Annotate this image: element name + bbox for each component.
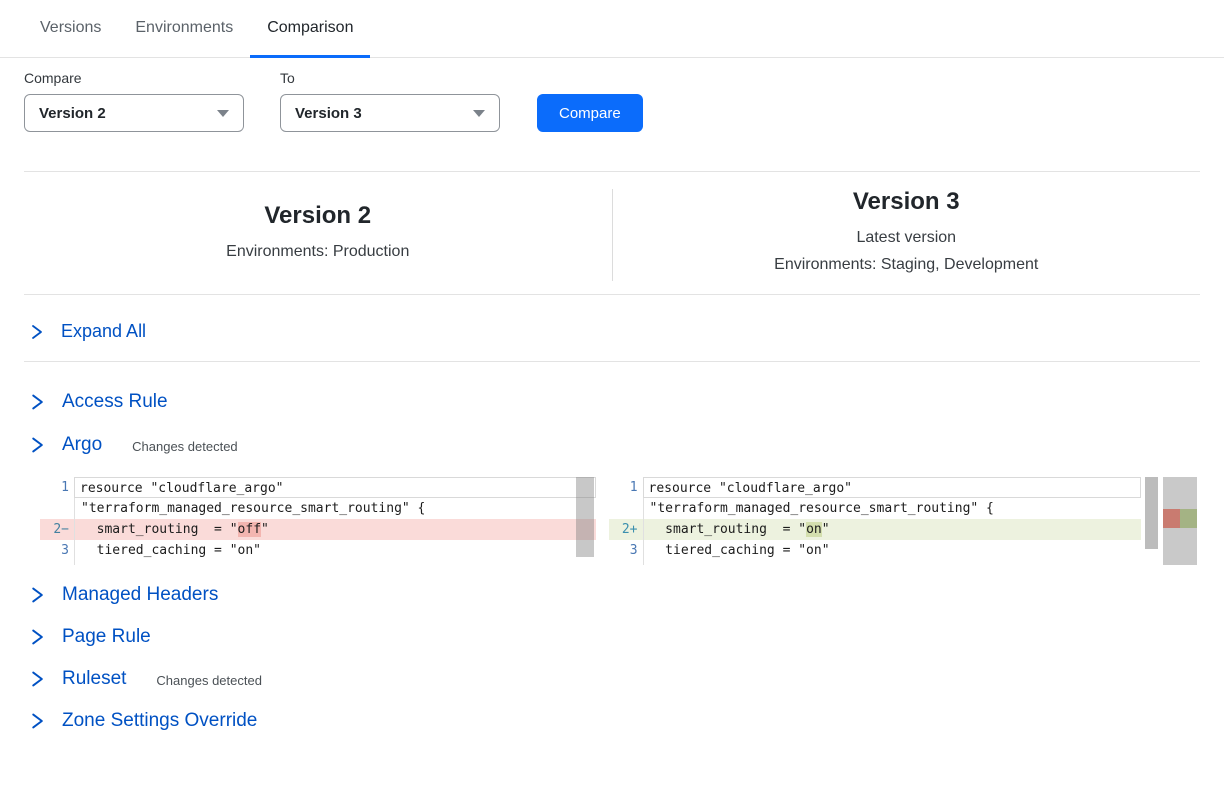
to-label: To (280, 70, 500, 86)
scrollbar[interactable] (576, 477, 594, 557)
minimap-removed-marker (1163, 509, 1180, 528)
diff-line: 3 tiered_caching = "on" (40, 540, 596, 561)
diff-line: "terraform_managed_resource_smart_routin… (609, 498, 1141, 519)
scrollbar[interactable] (1145, 477, 1158, 549)
divider (24, 361, 1200, 362)
diff-pane-right: 1 resource "cloudflare_argo" "terraform_… (609, 477, 1197, 565)
diff-line: } (609, 561, 1141, 565)
section-label: Ruleset (62, 668, 126, 690)
section-zone-settings-override[interactable]: Zone Settings Override (0, 710, 1224, 732)
chevron-right-icon (30, 434, 44, 456)
diff-line-added: 2+ smart_routing = "on" (609, 519, 1141, 540)
compare-button[interactable]: Compare (537, 94, 643, 132)
minimap-added-marker (1180, 509, 1197, 528)
diff-minimap[interactable] (1163, 477, 1197, 565)
section-managed-headers[interactable]: Managed Headers (0, 584, 1224, 606)
section-label: Page Rule (62, 626, 151, 648)
removed-token: off (238, 522, 261, 537)
diff-line: 3 tiered_caching = "on" (609, 540, 1141, 561)
section-label: Argo (62, 434, 102, 456)
diff-line: "terraform_managed_resource_smart_routin… (40, 498, 596, 519)
version-left-header: Version 2 Environments: Production (24, 172, 612, 294)
version-left-title: Version 2 (264, 202, 371, 230)
expand-all-label: Expand All (61, 321, 146, 342)
diff-line: 1 resource "cloudflare_argo" (609, 477, 1141, 498)
changes-detected-badge: Changes detected (156, 673, 262, 688)
expand-all[interactable]: Expand All (0, 295, 1224, 342)
tab-environments[interactable]: Environments (118, 0, 250, 58)
version-left-environments: Environments: Production (226, 240, 409, 265)
chevron-down-icon (473, 110, 485, 117)
chevron-right-icon (30, 322, 43, 342)
tab-versions[interactable]: Versions (23, 0, 118, 58)
version-headers: Version 2 Environments: Production Versi… (0, 172, 1224, 294)
compare-form: Compare Version 2 To Version 3 Compare (0, 58, 1224, 132)
version-right-header: Version 3 Latest version Environments: S… (613, 172, 1201, 294)
added-token: on (806, 522, 822, 537)
section-label: Access Rule (62, 391, 168, 413)
section-ruleset[interactable]: Ruleset Changes detected (0, 668, 1224, 690)
compare-from-select[interactable]: Version 2 (24, 94, 244, 132)
diff-line: 1 resource "cloudflare_argo" (40, 477, 596, 498)
section-access-rule[interactable]: Access Rule (0, 391, 1224, 413)
diff-line: } (40, 561, 596, 565)
section-page-rule[interactable]: Page Rule (0, 626, 1224, 648)
compare-from-value: Version 2 (39, 105, 106, 122)
chevron-right-icon (30, 626, 44, 648)
version-right-subtitle: Latest version (856, 226, 956, 251)
section-argo[interactable]: Argo Changes detected (0, 434, 1224, 456)
version-right-title: Version 3 (853, 188, 960, 216)
tab-comparison[interactable]: Comparison (250, 0, 370, 58)
chevron-down-icon (217, 110, 229, 117)
diff-pane-left: 1 resource "cloudflare_argo" "terraform_… (40, 477, 596, 565)
chevron-right-icon (30, 710, 44, 732)
section-label: Managed Headers (62, 584, 218, 606)
version-right-environments: Environments: Staging, Development (774, 253, 1038, 278)
diff-line-removed: 2− smart_routing = "off" (40, 519, 596, 540)
tab-bar: Versions Environments Comparison (0, 0, 1224, 58)
compare-label: Compare (24, 70, 244, 86)
chevron-right-icon (30, 584, 44, 606)
chevron-right-icon (30, 391, 44, 413)
argo-diff-viewer: 1 resource "cloudflare_argo" "terraform_… (40, 477, 1197, 565)
compare-to-select[interactable]: Version 3 (280, 94, 500, 132)
compare-to-value: Version 3 (295, 105, 362, 122)
changes-detected-badge: Changes detected (132, 439, 238, 454)
chevron-right-icon (30, 668, 44, 690)
section-label: Zone Settings Override (62, 710, 257, 732)
